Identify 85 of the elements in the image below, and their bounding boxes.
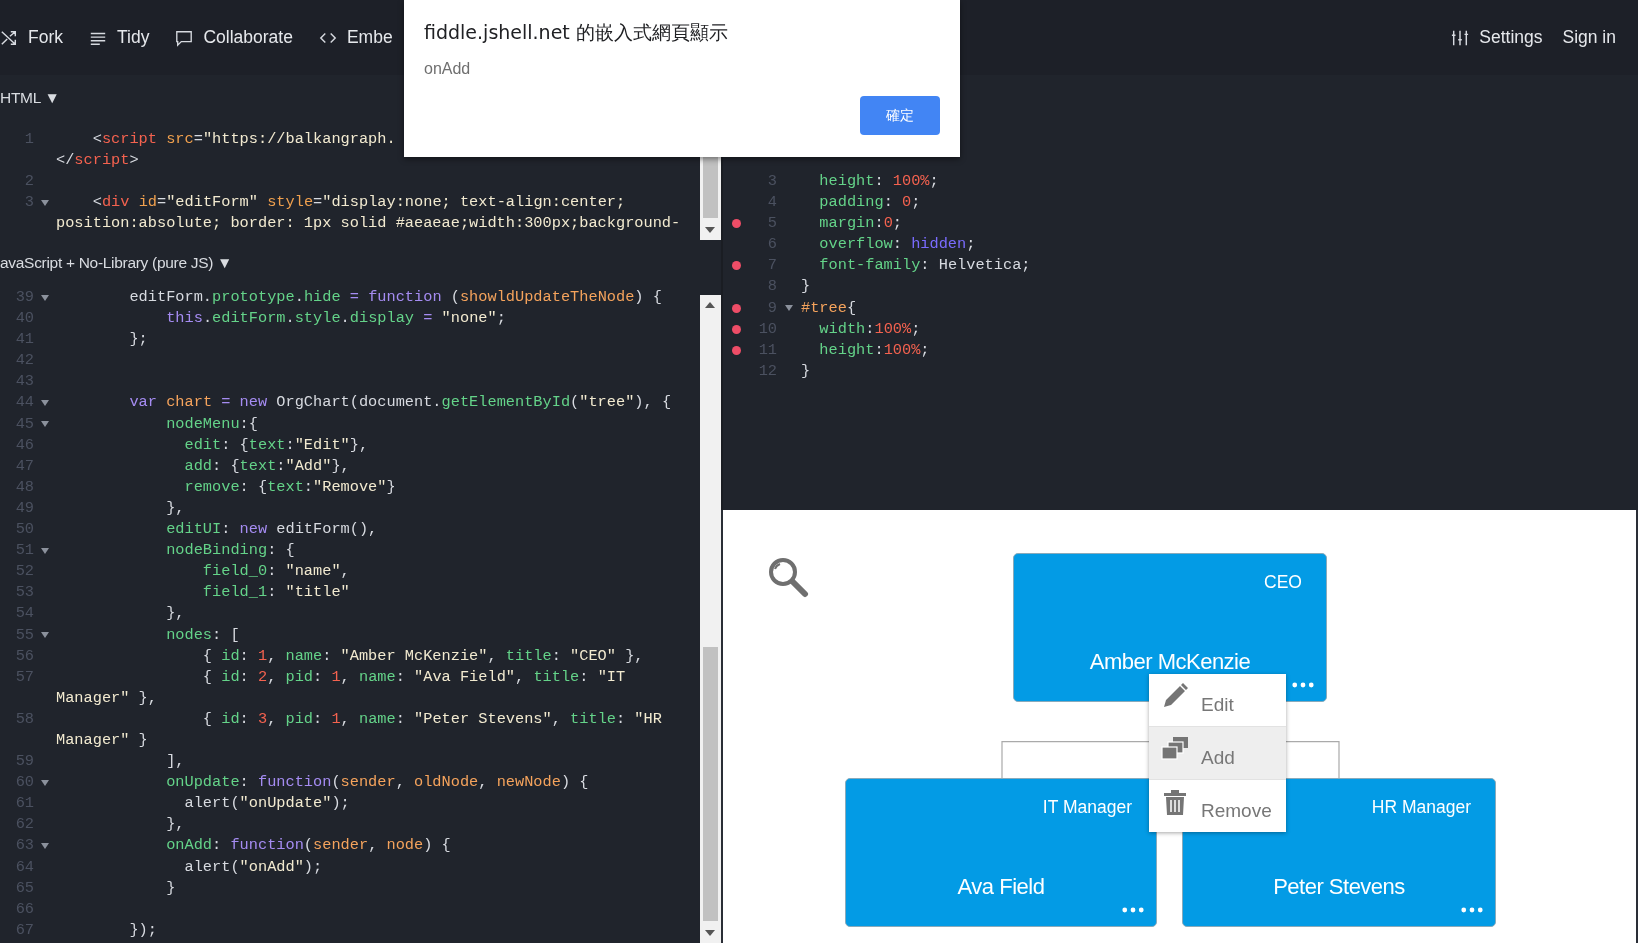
toolbar-button[interactable]: Embe [318,23,393,52]
code-line: nodes: [ [165,624,240,646]
fold-arrow-icon[interactable] [785,305,793,312]
dialog-title: fiddle.jshell.net 的嵌入式網頁顯示 [424,20,728,45]
fold-arrow-icon[interactable] [41,400,49,406]
code-line: } [165,877,176,899]
fold-arrow-icon[interactable] [41,547,49,554]
code-line: Manager" } [56,729,148,751]
trash-icon [1161,788,1189,816]
code-line: field_1: "title" [201,582,350,604]
search-icon[interactable] [767,556,809,598]
code-line: { id: 3, pid: 1, name: "Peter Stevens", title: "HR [201,708,662,730]
code-line: nodeBinding: { [165,540,295,562]
node-title: IT Manager [1042,797,1132,818]
more-icon[interactable] [1461,907,1483,913]
code-line: nodeMenu:{ [165,413,258,435]
ok-button[interactable]: 確定 [860,96,940,135]
menu-item[interactable]: Remove [1149,780,1286,832]
fold-arrow-icon[interactable] [41,779,49,786]
toolbar-button[interactable]: Settings [1451,23,1543,52]
toolbar-button[interactable]: Tidy [89,23,150,52]
code-line: } [801,360,811,382]
menu-item[interactable]: Add [1149,727,1286,780]
code-line: }, [165,603,185,625]
node-title: HR Manager [1371,797,1471,818]
code-line: Manager" }, [56,687,157,709]
code-line: width:100%; [818,318,921,340]
more-icon[interactable] [1122,907,1144,913]
code-line: editForm.prototype.hide = function (showldUpdateTheNode) { [128,287,662,308]
code-line: editUI: new editForm(), [165,519,378,541]
code-line: font-family: Helvetica; [818,255,1031,277]
code-line: onUpdate: function(sender, oldNode, newNode) { [165,772,589,794]
code-line: </script> [56,150,139,172]
language-selector[interactable]: HTML ▼ [0,75,66,121]
toolbar-button[interactable]: Fork [0,23,63,52]
fold-arrow-icon[interactable] [41,632,49,639]
node-name: Amber McKenzie [1089,649,1251,675]
fold-arrow-icon[interactable] [41,294,49,301]
code-line: } [801,276,811,298]
scroll-up-icon[interactable] [705,302,715,308]
code-line: this.editForm.style.display = "none"; [165,308,506,330]
code-line: padding: 0; [818,192,921,214]
dialog-message: onAdd [424,60,471,78]
fold-arrow-icon[interactable] [41,199,49,206]
code-line: field_0: "name", [201,561,350,583]
menu-item[interactable]: Edit [1149,674,1286,727]
scroll-down-icon[interactable] [705,930,715,936]
fold-arrow-icon[interactable] [41,421,49,428]
code-line: }); [128,919,157,941]
toolbar-button[interactable]: Collaborate [175,23,293,52]
scrollbar[interactable] [700,295,721,943]
sliders-icon [1451,28,1470,47]
code-line: ], [165,751,185,773]
fold-arrow-icon[interactable] [41,843,49,849]
code-line: }; [128,329,148,351]
code-line: #tree{ [801,297,857,319]
code-line: alert("onAdd"); [183,856,323,878]
code-line: margin:0; [818,213,902,235]
code-line: alert("onUpdate"); [183,793,350,815]
shuffle-icon [0,28,18,47]
chat-bubble-icon [175,28,194,47]
code-line: height: 100%; [818,171,939,192]
code-line: height:100%; [818,339,930,361]
code-line: overflow: hidden; [818,234,976,256]
code-line: <div id="editForm" style="display:none; text-align:center; [91,192,626,214]
toolbar-button[interactable]: Sign in [1562,23,1616,52]
code-line: onAdd: function(sender, node) { [165,835,451,857]
pencil-icon [1161,682,1189,710]
code-line: add: {text:"Add"}, [183,455,350,477]
code-line: var chart = new OrgChart(document.getElementById("tree"), { [128,392,672,414]
code-line: position:absolute; border: 1px solid #aeaeae;width:300px;background- [56,213,681,235]
node-name: Peter Stevens [1273,874,1405,900]
code-line: remove: {text:"Remove"} [183,476,396,498]
stacked-cards-icon [1161,735,1189,763]
scroll-down-icon[interactable] [705,227,715,233]
node-name: Ava Field [957,874,1045,900]
code-line: }, [165,814,185,836]
code-line: <script src="https://balkangraph. [91,129,396,150]
code-line: edit: {text:"Edit"}, [183,434,369,456]
language-selector[interactable]: avaScript + No-Library (pure JS) ▼ [0,240,239,285]
node-title: CEO [1264,572,1302,593]
code-line: }, [165,497,185,519]
code-line: { id: 1, name: "Amber McKenzie", title: "CEO" }, [201,645,644,667]
code-line: { id: 2, pid: 1, name: "Ava Field", title: "IT [201,666,626,688]
more-icon[interactable] [1292,682,1314,688]
